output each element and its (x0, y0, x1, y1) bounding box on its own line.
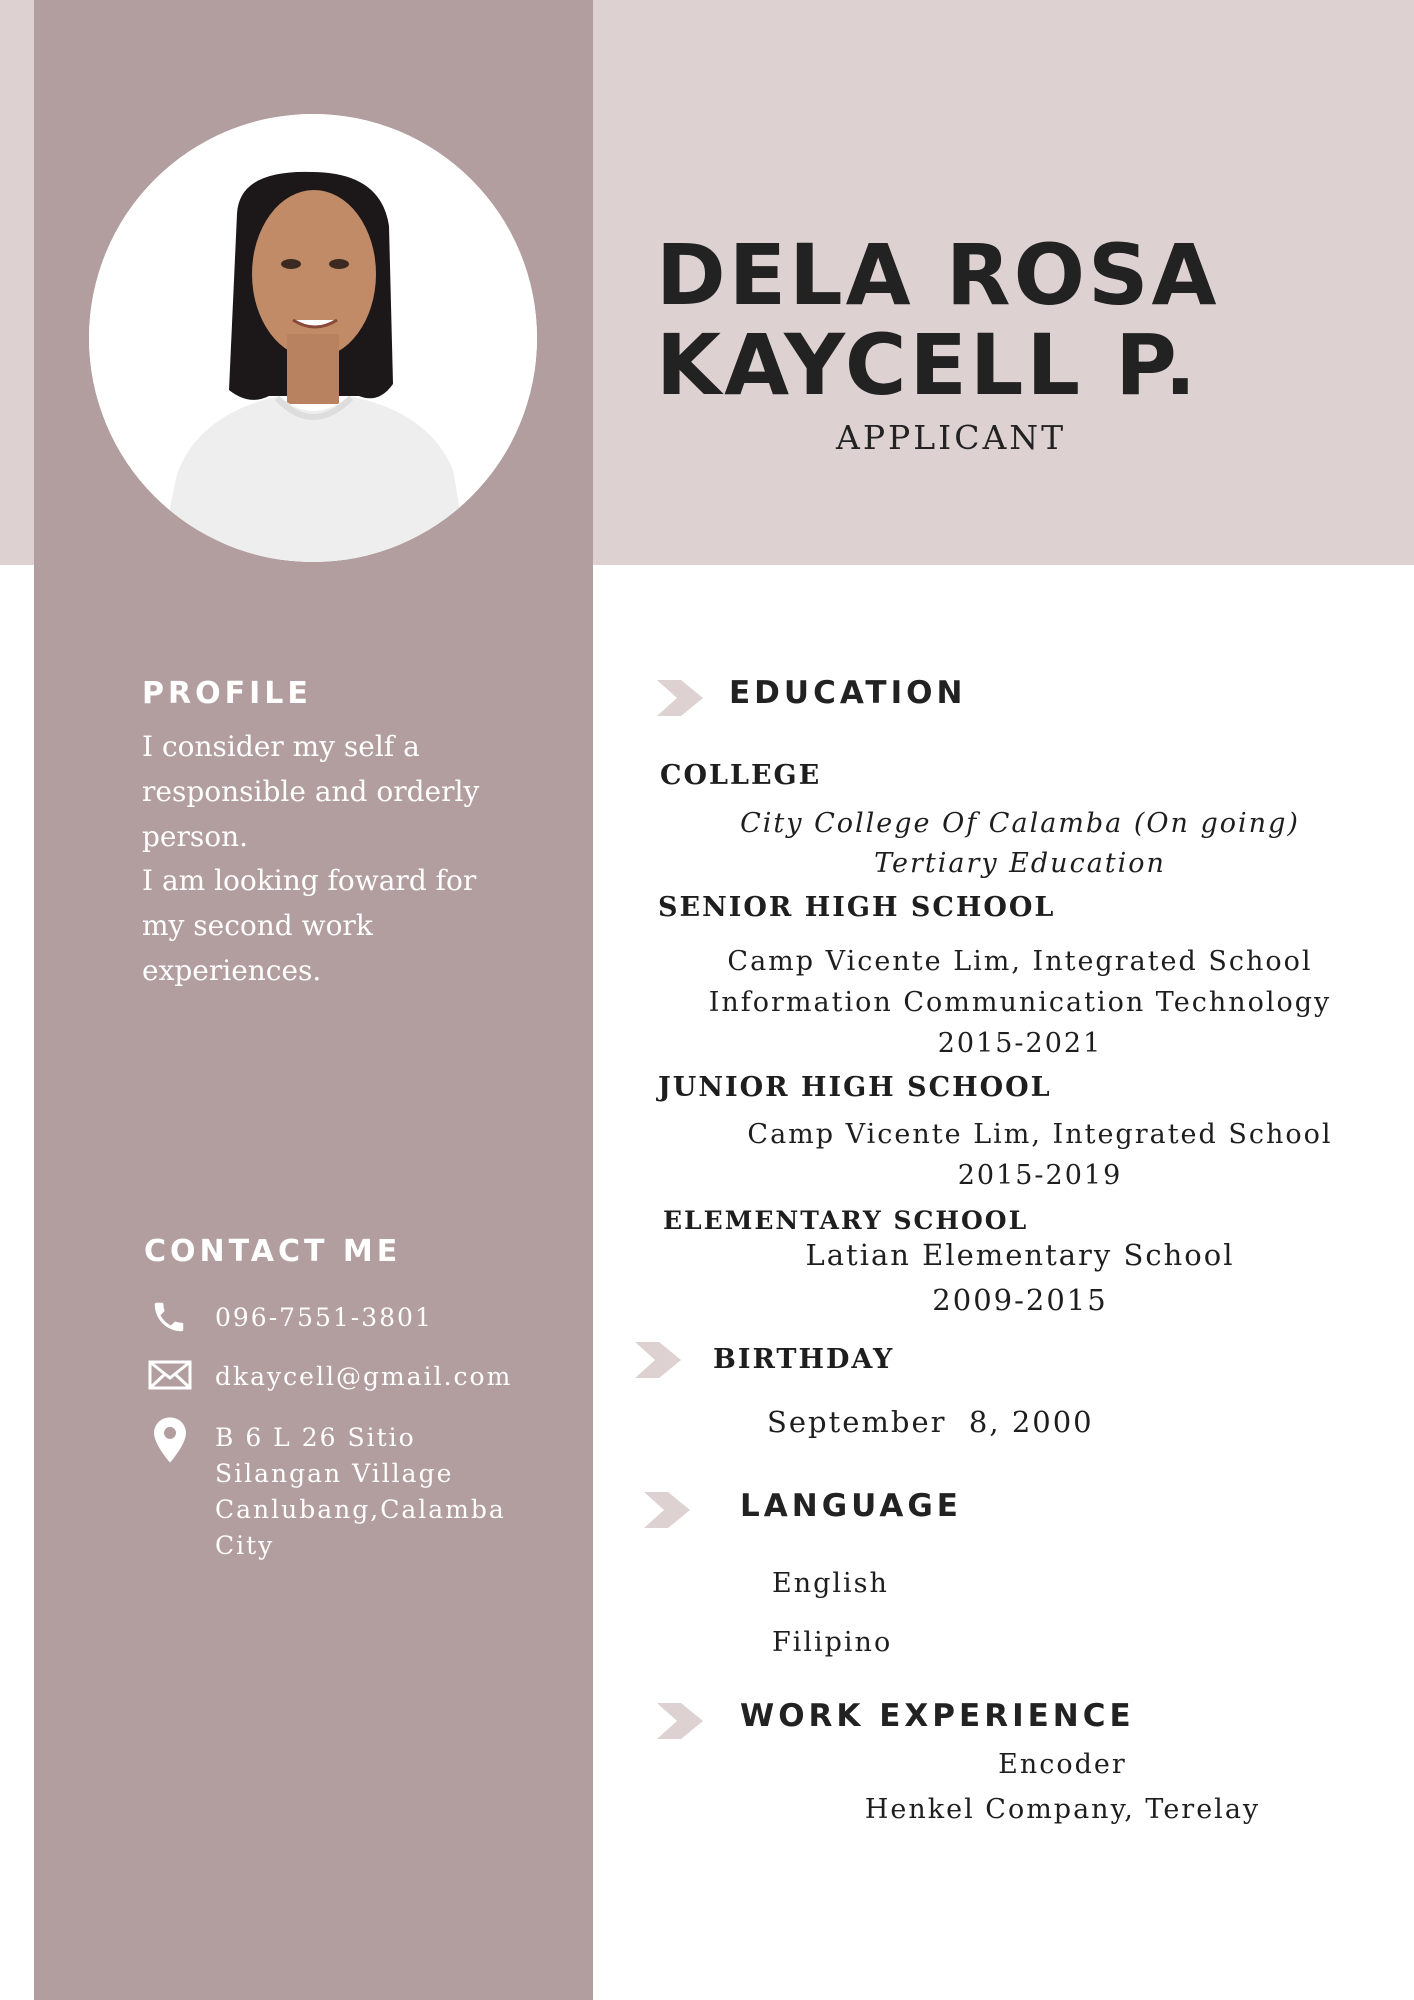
contact-email[interactable]: dkaycell@gmail.com (215, 1359, 512, 1395)
last-name: DELA ROSA (656, 226, 1220, 324)
contact-heading: CONTACT ME (144, 1234, 402, 1269)
chevron-icon (657, 1703, 703, 1739)
portrait-image (89, 114, 537, 562)
profile-line: my second work (142, 909, 373, 943)
birthday-heading: BIRTHDAY (713, 1344, 895, 1375)
phone-icon (154, 1302, 184, 1332)
senior-high-strand: Information Communication Technology (708, 987, 1332, 1018)
college-detail: Tertiary Education (874, 848, 1166, 879)
college-school: City College Of Calamba (On going) (740, 808, 1300, 839)
elementary-school: Latian Elementary School (805, 1238, 1235, 1272)
elementary-label: ELEMENTARY SCHOOL (663, 1206, 1029, 1235)
address-line: Silangan Village (215, 1459, 454, 1488)
profile-text: I consider my self a responsible and ord… (142, 725, 562, 994)
contact-phone[interactable]: 096-7551-3801 (215, 1300, 433, 1336)
junior-high-school: Camp Vicente Lim, Integrated School (747, 1119, 1333, 1150)
language-heading: LANGUAGE (740, 1488, 962, 1524)
profile-line: responsible and orderly (142, 774, 480, 808)
chevron-icon (635, 1342, 681, 1378)
junior-high-label: JUNIOR HIGH SCHOOL (658, 1072, 1052, 1103)
profile-heading: PROFILE (142, 676, 312, 711)
contact-address: B 6 L 26 Sitio Silangan Village Canluban… (215, 1420, 506, 1564)
chevron-icon (657, 680, 703, 716)
senior-high-label: SENIOR HIGH SCHOOL (658, 892, 1056, 923)
language-item: English (772, 1568, 889, 1599)
profile-line: I consider my self a (142, 730, 420, 763)
profile-line: experiences. (142, 953, 322, 987)
profile-photo (89, 114, 537, 562)
elementary-years: 2009-2015 (932, 1283, 1108, 1317)
work-heading: WORK EXPERIENCE (740, 1698, 1135, 1734)
junior-high-years: 2015-2019 (957, 1160, 1123, 1191)
birthday-value: September 8, 2000 (767, 1405, 1094, 1439)
education-heading: EDUCATION (729, 675, 967, 711)
address-line: B 6 L 26 Sitio (215, 1423, 416, 1452)
language-item: Filipino (772, 1627, 893, 1658)
envelope-icon (148, 1360, 192, 1390)
profile-line: I am looking foward for (142, 864, 477, 898)
senior-high-years: 2015-2021 (937, 1028, 1103, 1059)
role-title: APPLICANT (836, 418, 1067, 457)
first-name: KAYCELL P. (656, 316, 1200, 414)
address-line: Canlubang,Calamba (215, 1495, 506, 1524)
college-label: COLLEGE (660, 760, 822, 791)
work-company: Henkel Company, Terelay (864, 1794, 1261, 1825)
address-line: City (215, 1531, 275, 1560)
work-position: Encoder (998, 1749, 1127, 1780)
profile-line: person. (142, 819, 249, 853)
senior-high-school: Camp Vicente Lim, Integrated School (727, 946, 1313, 977)
chevron-icon (644, 1492, 690, 1528)
location-pin-icon (154, 1417, 186, 1463)
